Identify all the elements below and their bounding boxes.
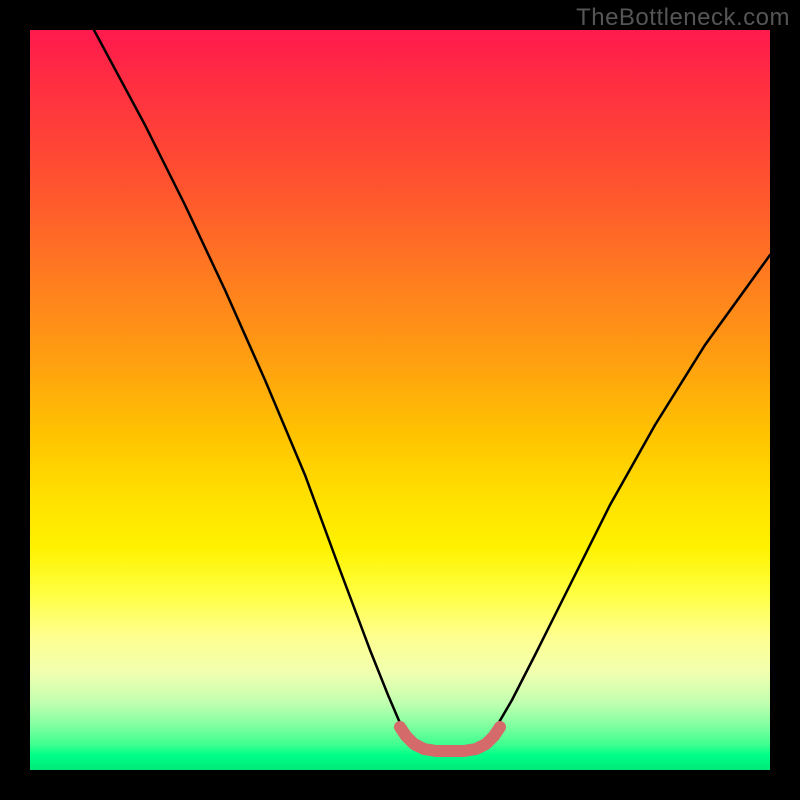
optimal-range-marker <box>400 727 500 751</box>
plot-area <box>30 30 770 770</box>
curve-layer <box>30 30 770 770</box>
watermark-text: TheBottleneck.com <box>576 4 790 32</box>
bottleneck-curve <box>94 30 770 750</box>
chart-frame: TheBottleneck.com <box>0 0 800 800</box>
